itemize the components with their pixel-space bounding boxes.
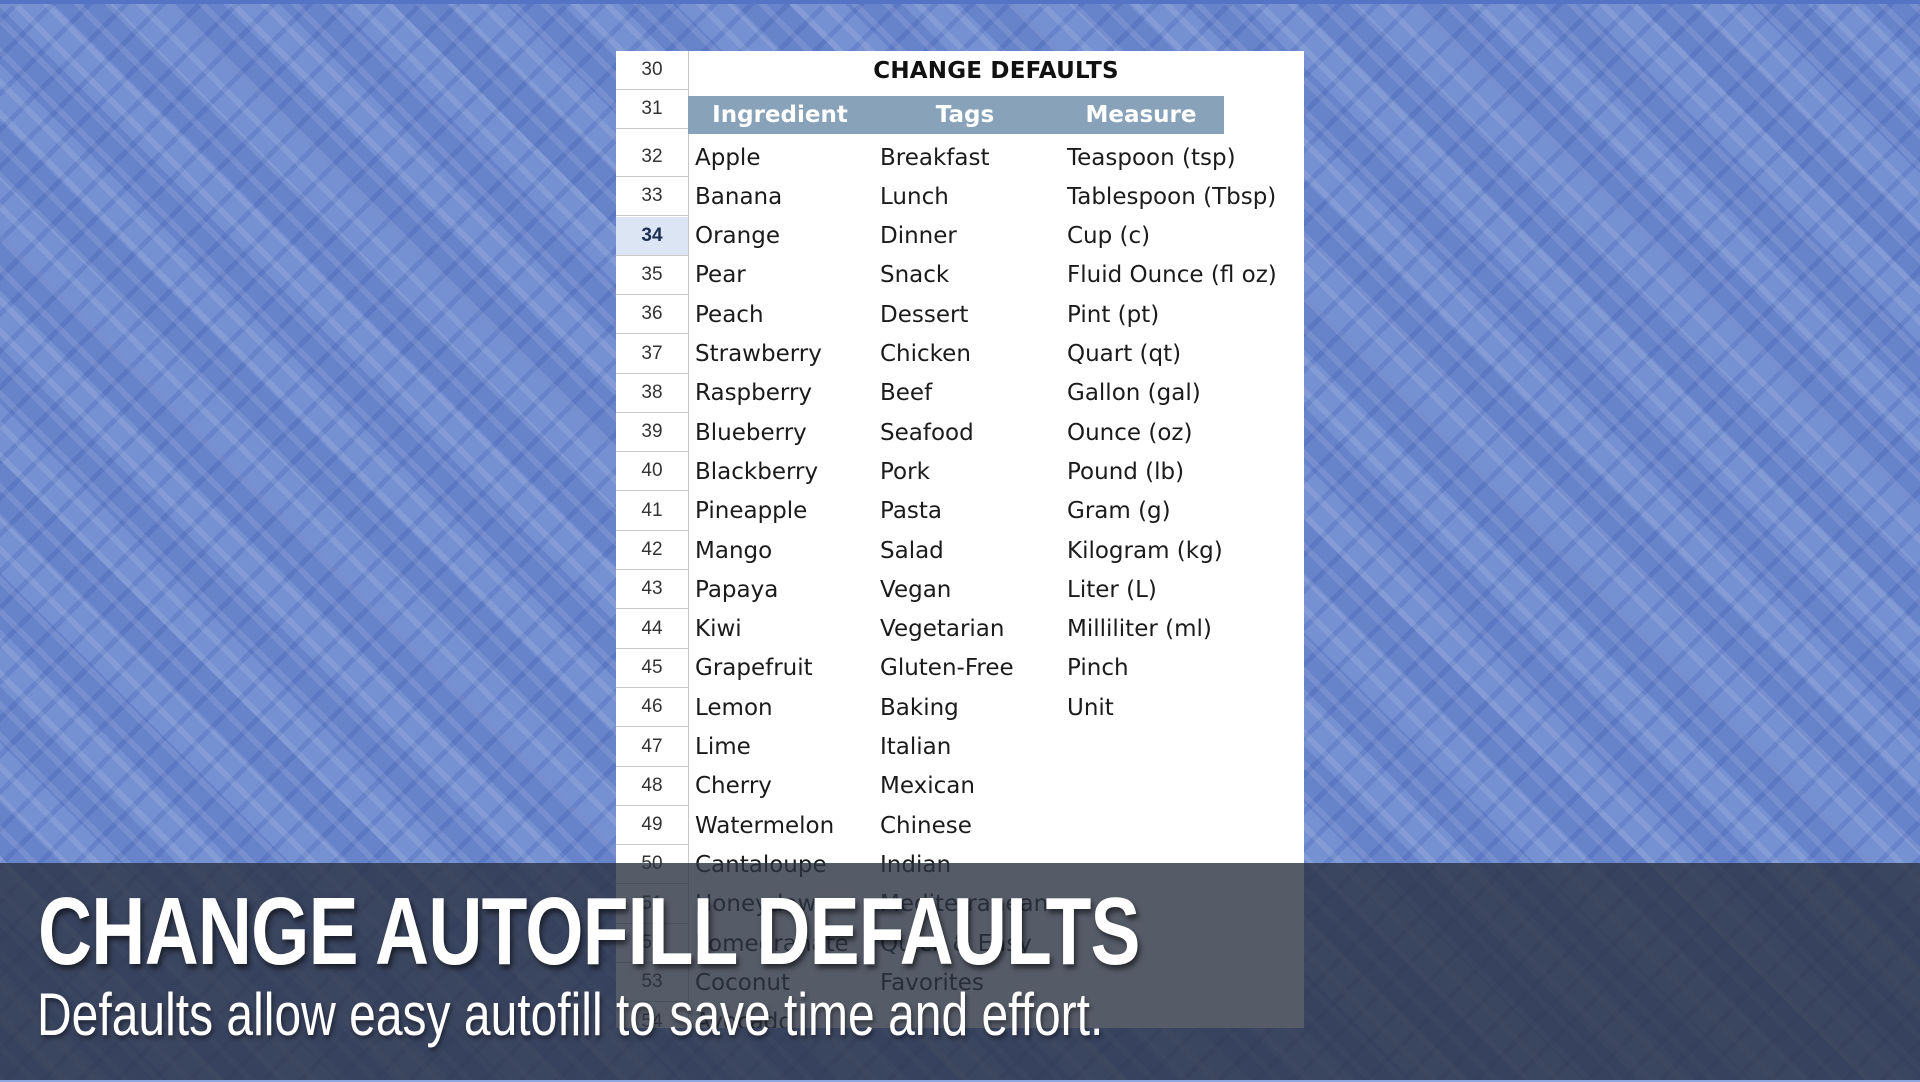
table-row: 42 Mango Salad Kilogram (kg) — [616, 531, 1304, 570]
row-number[interactable]: 31 — [616, 90, 688, 129]
row-number[interactable]: 45 — [616, 649, 688, 688]
ingredient-cell[interactable]: Lime — [695, 728, 751, 767]
measure-cell[interactable]: Ounce (oz) — [1067, 413, 1192, 452]
row-number[interactable]: 38 — [616, 374, 688, 413]
ingredient-cell[interactable]: Watermelon — [695, 806, 834, 845]
table-row: 38 Raspberry Beef Gallon (gal) — [616, 374, 1304, 413]
ingredient-cell[interactable]: Pineapple — [695, 492, 807, 531]
ingredient-cell[interactable]: Raspberry — [695, 374, 812, 413]
table-row: 33 Banana Lunch Tablespoon (Tbsp) — [616, 177, 1304, 217]
top-border — [0, 0, 1920, 4]
measure-cell[interactable]: Fluid Ounce (fl oz) — [1067, 256, 1277, 295]
row-number[interactable]: 35 — [616, 256, 688, 295]
measure-cell[interactable]: Gram (g) — [1067, 492, 1171, 531]
tag-cell[interactable]: Breakfast — [880, 138, 990, 177]
table-row: 48 Cherry Mexican — [616, 767, 1304, 806]
ingredient-cell[interactable]: Kiwi — [695, 610, 742, 649]
table-row: 47 Lime Italian — [616, 728, 1304, 767]
tag-cell[interactable]: Chicken — [880, 335, 971, 374]
ingredient-cell[interactable]: Banana — [695, 177, 782, 216]
row-number[interactable]: 30 — [616, 51, 688, 90]
column-header-ingredient[interactable]: Ingredient — [688, 96, 872, 134]
table-row: 44 Kiwi Vegetarian Milliliter (ml) — [616, 610, 1304, 649]
measure-cell[interactable]: Pound (lb) — [1067, 452, 1184, 491]
tag-cell[interactable]: Mexican — [880, 767, 975, 806]
ingredient-cell[interactable]: Grapefruit — [695, 649, 813, 688]
tag-cell[interactable]: Dessert — [880, 295, 968, 334]
measure-cell[interactable]: Pinch — [1067, 649, 1129, 688]
row-number[interactable]: 47 — [616, 728, 688, 767]
row-number[interactable]: 34 — [616, 216, 688, 256]
ingredient-cell[interactable]: Lemon — [695, 688, 773, 727]
ingredient-cell[interactable]: Blackberry — [695, 452, 818, 491]
ingredient-cell[interactable]: Strawberry — [695, 335, 822, 374]
row-number[interactable]: 39 — [616, 413, 688, 453]
row-number[interactable]: 42 — [616, 531, 688, 570]
measure-cell[interactable]: Tablespoon (Tbsp) — [1067, 177, 1276, 216]
tag-cell[interactable]: Beef — [880, 374, 932, 413]
row-number[interactable]: 43 — [616, 570, 688, 610]
ingredient-cell[interactable]: Papaya — [695, 570, 778, 609]
table-row: 36 Peach Dessert Pint (pt) — [616, 295, 1304, 335]
ingredient-cell[interactable]: Apple — [695, 138, 760, 177]
tag-cell[interactable]: Vegan — [880, 570, 951, 609]
column-header-tags[interactable]: Tags — [872, 96, 1058, 134]
measure-cell[interactable]: Cup (c) — [1067, 217, 1150, 256]
measure-cell[interactable]: Liter (L) — [1067, 570, 1157, 609]
table-row: 40 Blackberry Pork Pound (lb) — [616, 452, 1304, 492]
row-number[interactable]: 49 — [616, 806, 688, 846]
measure-cell[interactable]: Gallon (gal) — [1067, 374, 1201, 413]
tag-cell[interactable]: Salad — [880, 531, 944, 570]
tag-cell[interactable]: Gluten-Free — [880, 649, 1014, 688]
row-number[interactable]: 41 — [616, 492, 688, 531]
tag-cell[interactable]: Lunch — [880, 177, 949, 216]
measure-cell[interactable]: Teaspoon (tsp) — [1067, 138, 1236, 177]
table-row: 46 Lemon Baking Unit — [616, 688, 1304, 728]
table-row: 41 Pineapple Pasta Gram (g) — [616, 492, 1304, 531]
table-row: 35 Pear Snack Fluid Ounce (fl oz) — [616, 256, 1304, 295]
caption-subtitle: Defaults allow easy autofill to save tim… — [37, 981, 1104, 1048]
tag-cell[interactable]: Seafood — [880, 413, 974, 452]
sheet-title[interactable]: CHANGE DEFAULTS — [688, 51, 1304, 90]
table-row: 34 Orange Dinner Cup (c) — [616, 216, 1304, 256]
row-number[interactable]: 40 — [616, 452, 688, 492]
table-row: 37 Strawberry Chicken Quart (qt) — [616, 335, 1304, 374]
table-row: 45 Grapefruit Gluten-Free Pinch — [616, 649, 1304, 688]
measure-cell[interactable]: Milliliter (ml) — [1067, 610, 1212, 649]
table-row: 32 Apple Breakfast Teaspoon (tsp) — [616, 138, 1304, 177]
ingredient-cell[interactable]: Pear — [695, 256, 746, 295]
title-row: 30 CHANGE DEFAULTS — [616, 51, 1304, 90]
table-row: 39 Blueberry Seafood Ounce (oz) — [616, 413, 1304, 453]
ingredient-cell[interactable]: Peach — [695, 295, 764, 334]
tag-cell[interactable]: Italian — [880, 728, 951, 767]
tag-cell[interactable]: Pasta — [880, 492, 942, 531]
tag-cell[interactable]: Vegetarian — [880, 610, 1004, 649]
row-number[interactable]: 33 — [616, 177, 688, 217]
ingredient-cell[interactable]: Mango — [695, 531, 772, 570]
measure-cell[interactable]: Quart (qt) — [1067, 335, 1181, 374]
ingredient-cell[interactable]: Blueberry — [695, 413, 807, 452]
tag-cell[interactable]: Baking — [880, 688, 959, 727]
row-number[interactable]: 36 — [616, 295, 688, 335]
measure-cell[interactable]: Kilogram (kg) — [1067, 531, 1223, 570]
column-header-bar: Ingredient Tags Measure — [688, 96, 1224, 134]
row-number[interactable]: 46 — [616, 688, 688, 728]
measure-cell[interactable]: Unit — [1067, 688, 1114, 727]
table-row: 49 Watermelon Chinese — [616, 806, 1304, 846]
caption-title: CHANGE AUTOFILL DEFAULTS — [38, 878, 1140, 985]
tag-cell[interactable]: Dinner — [880, 217, 957, 256]
ingredient-cell[interactable]: Cherry — [695, 767, 772, 806]
tag-cell[interactable]: Snack — [880, 256, 949, 295]
row-number[interactable]: 48 — [616, 767, 688, 806]
column-header-measure[interactable]: Measure — [1058, 96, 1224, 134]
ingredient-cell[interactable]: Orange — [695, 217, 780, 256]
row-number[interactable]: 44 — [616, 610, 688, 649]
tag-cell[interactable]: Pork — [880, 452, 930, 491]
measure-cell[interactable]: Pint (pt) — [1067, 295, 1159, 334]
row-number[interactable]: 37 — [616, 335, 688, 374]
row-number[interactable]: 32 — [616, 138, 688, 177]
tag-cell[interactable]: Chinese — [880, 806, 972, 845]
table-row: 43 Papaya Vegan Liter (L) — [616, 570, 1304, 610]
